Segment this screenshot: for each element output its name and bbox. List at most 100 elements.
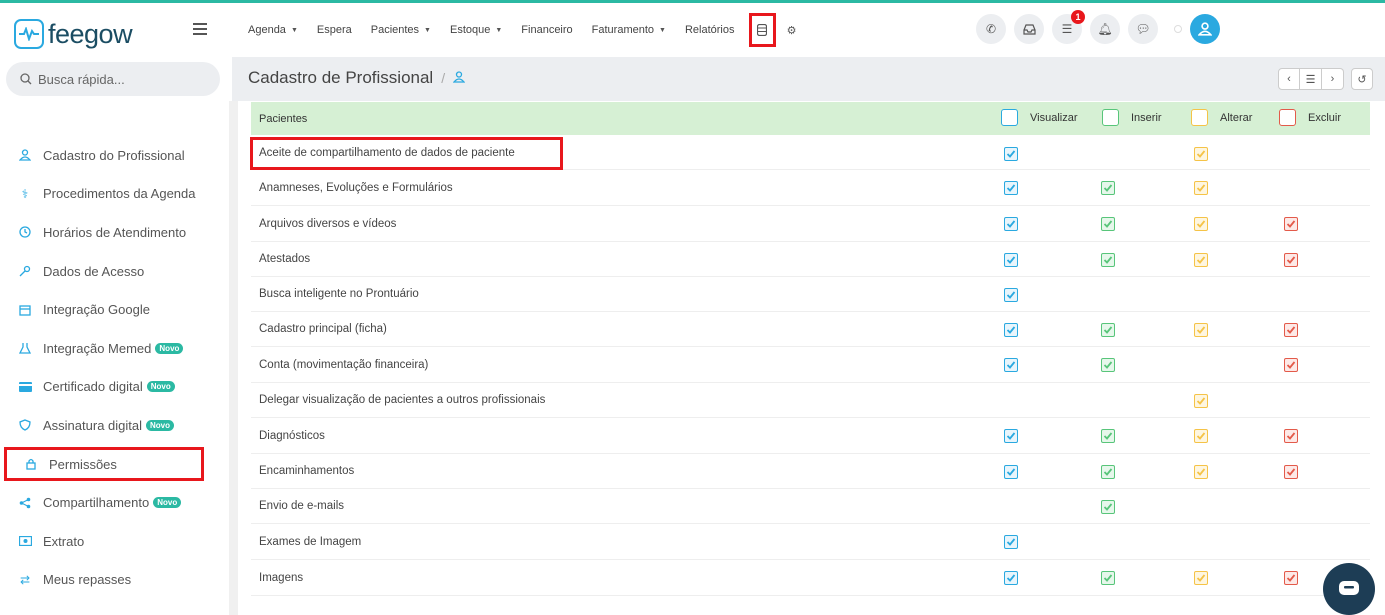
sidebar: feegow Cadastro do Profissional ⚕ Proced… [0,3,232,615]
menu-estoque[interactable]: Estoque ▼ [450,24,502,36]
select-all-checkbox[interactable] [1279,109,1296,126]
checkbox-visualizar[interactable] [1004,571,1018,585]
sidebar-item-google[interactable]: Integração Google [0,290,232,329]
task-list-icon[interactable]: ☰ 1 [1052,10,1085,44]
permission-label: Cadastro principal (ficha) [259,323,387,335]
sidebar-item-cadastro[interactable]: Cadastro do Profissional [0,136,232,175]
sidebar-scrollbar[interactable] [229,101,238,615]
checkbox-inserir[interactable] [1101,429,1115,443]
checkbox-alterar[interactable] [1194,217,1208,231]
column-visualizar[interactable]: Visualizar [1001,109,1078,126]
checkbox-alterar[interactable] [1194,322,1208,337]
checkbox-excluir[interactable] [1284,217,1298,231]
checkbox-inserir[interactable] [1101,322,1115,337]
feegow-logo[interactable]: feegow [14,17,133,51]
sidebar-item-extrato[interactable]: Extrato [0,522,232,561]
checkbox-alterar[interactable] [1194,464,1208,479]
database-icon[interactable] [748,13,776,47]
checkbox-inserir[interactable] [1101,181,1115,195]
sidebar-item-certificado[interactable]: Certificado digital Novo [0,368,232,407]
quick-search[interactable] [6,62,220,96]
bell-icon[interactable]: 🔔︎ [1090,14,1120,44]
phone-icon[interactable]: ✆ [976,14,1006,44]
column-inserir[interactable]: Inserir [1102,109,1162,126]
chevron-right-icon[interactable]: › [1322,68,1344,90]
list-icon[interactable]: ☰ [1300,68,1322,90]
checkbox-visualizar[interactable] [1004,322,1018,337]
column-excluir[interactable]: Excluir [1279,109,1341,126]
check-icon [1196,220,1206,228]
avatar[interactable] [1190,14,1220,44]
sidebar-item-assinatura[interactable]: Assinatura digital Novo [0,406,232,445]
checkbox-alterar[interactable] [1194,252,1208,267]
sidebar-item-compartilhamento[interactable]: Compartilhamento Novo [0,483,232,522]
check-icon [1103,220,1113,228]
select-all-checkbox[interactable] [1102,109,1119,126]
checkbox-inserir[interactable] [1101,217,1115,231]
checkbox-alterar[interactable] [1194,571,1208,585]
sidebar-item-label: Horários de Atendimento [43,224,187,240]
checkbox-visualizar[interactable] [1004,429,1018,443]
checkbox-excluir[interactable] [1284,429,1298,443]
checkbox-alterar[interactable] [1194,429,1208,443]
checkbox-visualizar[interactable] [1004,358,1018,372]
sidebar-nav: Cadastro do Profissional ⚕ Procedimentos… [0,136,232,599]
menu-relatorios[interactable]: Relatórios [685,24,735,36]
sidebar-item-label: Integração Memed [43,340,152,356]
sidebar-item-horarios[interactable]: Horários de Atendimento [0,213,232,252]
chevron-left-icon[interactable]: ‹ [1278,68,1300,90]
hamburger-menu-icon[interactable] [193,23,207,35]
sidebar-item-memed[interactable]: Integração Memed Novo [0,329,232,368]
table-row: Arquivos diversos e vídeos [251,206,1370,242]
menu-financeiro[interactable]: Financeiro [521,24,572,36]
select-all-checkbox[interactable] [1001,109,1018,126]
header-buttons: ‹ ☰ › ↺ [1271,68,1373,90]
checkbox-visualizar[interactable] [1004,217,1018,231]
checkbox-visualizar[interactable] [1004,464,1018,479]
sidebar-item-permissoes[interactable]: Permissões [0,445,232,484]
table-row: Diagnósticos [251,418,1370,454]
checkbox-inserir[interactable] [1101,571,1115,585]
check-icon [1006,361,1016,369]
checkbox-excluir[interactable] [1284,464,1298,479]
select-all-checkbox[interactable] [1191,109,1208,126]
sidebar-item-dados-acesso[interactable]: Dados de Acesso [0,252,232,291]
sidebar-item-label: Cadastro do Profissional [43,147,185,163]
sidebar-item-repasses[interactable]: ⇄ Meus repasses [0,561,232,600]
checkbox-visualizar[interactable] [1004,146,1018,161]
sidebar-item-procedimentos[interactable]: ⚕ Procedimentos da Agenda [0,175,232,214]
chat-icon[interactable]: 💬︎ [1128,14,1158,44]
chat-support-button[interactable] [1323,563,1375,615]
checkbox-inserir[interactable] [1101,464,1115,479]
check-icon [1006,432,1016,440]
checkbox-alterar[interactable] [1194,181,1208,195]
menu-agenda[interactable]: Agenda ▼ [248,24,298,36]
search-input[interactable] [38,71,198,87]
key-icon [18,264,32,278]
settings-icon[interactable]: ⚙ [784,22,800,38]
table-row: Encaminhamentos [251,454,1370,489]
checkbox-inserir[interactable] [1101,358,1115,372]
history-icon[interactable]: ↺ [1351,68,1373,90]
checkbox-excluir[interactable] [1284,252,1298,267]
checkbox-inserir[interactable] [1101,499,1115,514]
checkbox-visualizar[interactable] [1004,535,1018,549]
checkbox-alterar[interactable] [1194,146,1208,161]
menu-faturamento[interactable]: Faturamento ▼ [592,24,666,36]
checkbox-visualizar[interactable] [1004,252,1018,267]
shield-icon [18,418,32,432]
checkbox-alterar[interactable] [1194,393,1208,408]
column-alterar[interactable]: Alterar [1191,109,1252,126]
clock-icon [18,225,32,239]
checkbox-visualizar[interactable] [1004,287,1018,302]
permission-label: Encaminhamentos [259,465,355,477]
status-dot [1174,25,1182,33]
menu-espera[interactable]: Espera [317,24,352,36]
checkbox-inserir[interactable] [1101,252,1115,267]
inbox-icon[interactable] [1014,14,1044,44]
checkbox-excluir[interactable] [1284,571,1298,585]
menu-pacientes[interactable]: Pacientes ▼ [371,24,431,36]
checkbox-visualizar[interactable] [1004,181,1018,195]
checkbox-excluir[interactable] [1284,322,1298,337]
checkbox-excluir[interactable] [1284,358,1298,372]
